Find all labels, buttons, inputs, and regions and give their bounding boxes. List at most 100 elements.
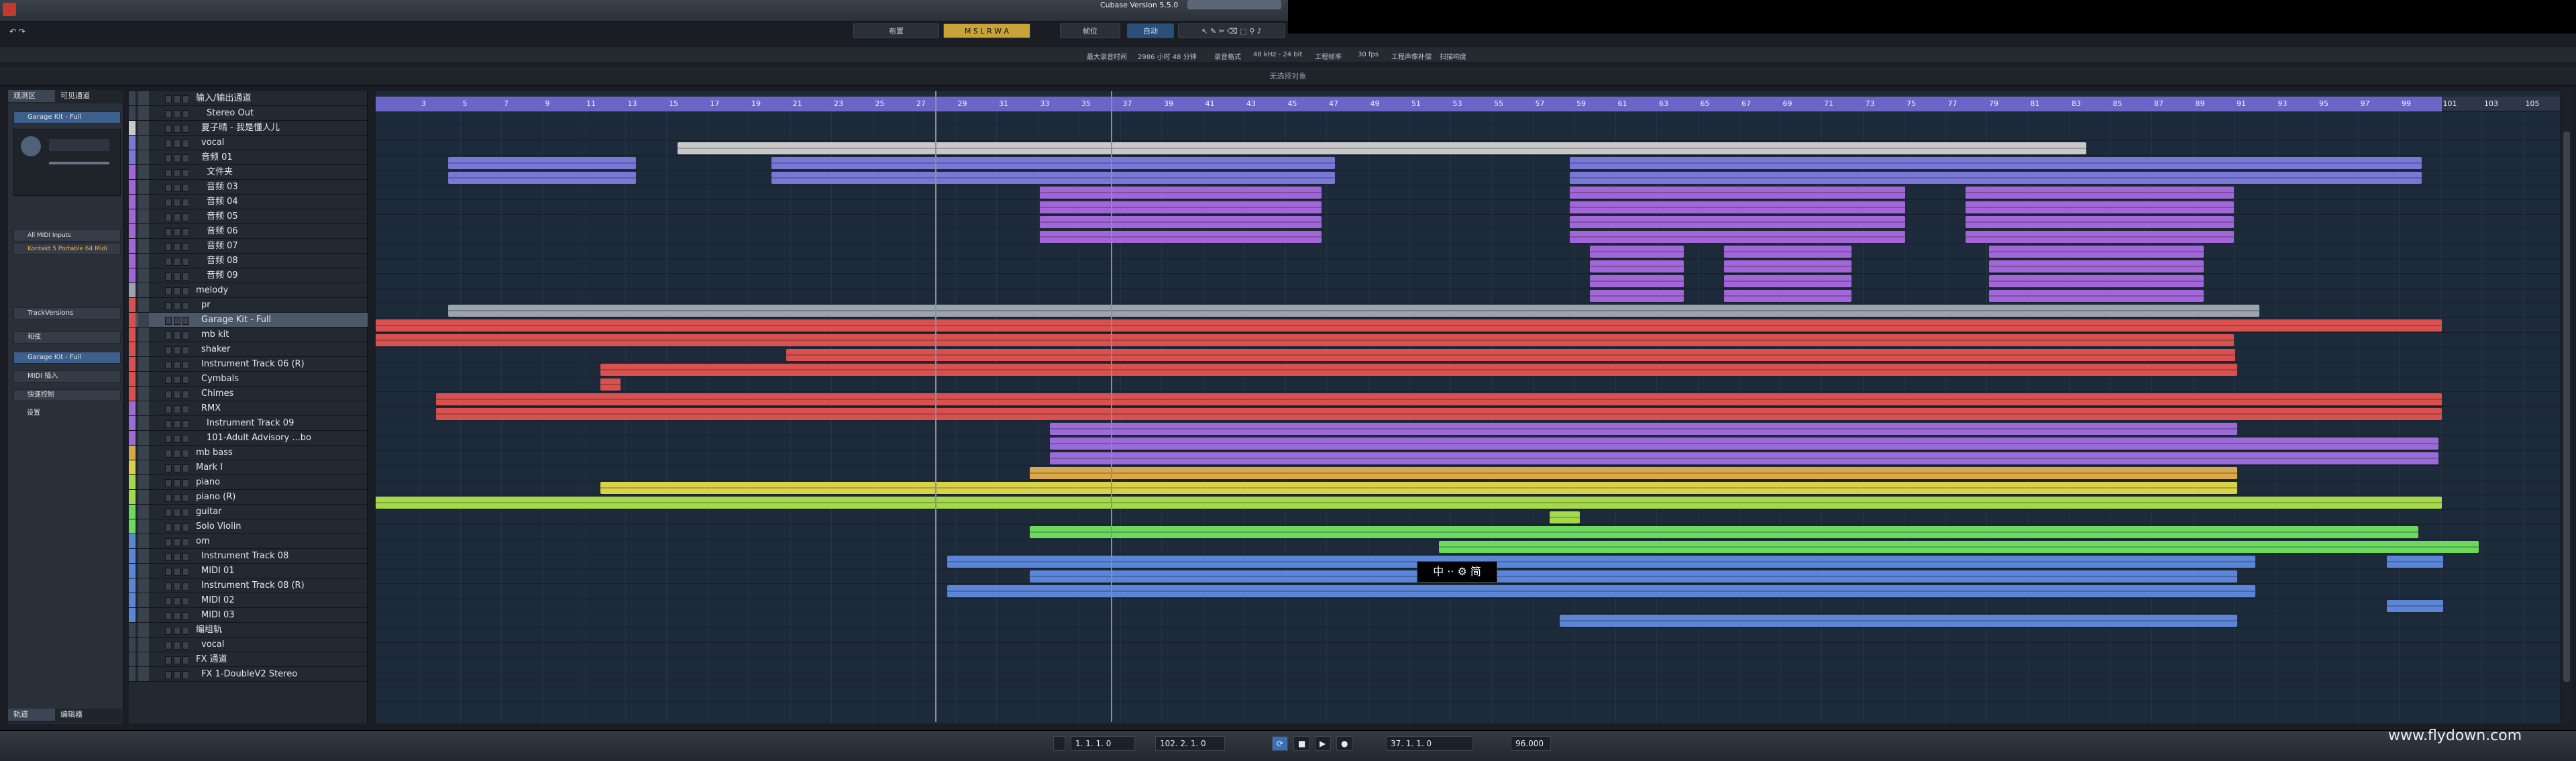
track-row[interactable]: vocal [129, 638, 368, 652]
track-mute-solo-buttons[interactable] [165, 345, 193, 354]
event-clip[interactable] [1050, 438, 2438, 450]
event-clip[interactable] [1570, 201, 1905, 213]
event-clip[interactable] [1040, 216, 1322, 228]
event-clip[interactable] [1966, 231, 2234, 243]
track-row[interactable]: shaker [129, 342, 368, 357]
track-mute-solo-buttons[interactable] [165, 552, 193, 561]
event-clip[interactable] [1560, 615, 2237, 627]
track-fold-icon[interactable] [138, 254, 149, 268]
event-clip[interactable] [600, 378, 621, 391]
track-row[interactable]: MIDI 03 [129, 608, 368, 623]
track-fold-icon[interactable] [138, 327, 149, 342]
track-fold-icon[interactable] [138, 608, 149, 622]
track-row[interactable]: 编组轨 [129, 623, 368, 638]
event-clip[interactable] [1966, 201, 2234, 213]
cycle-button[interactable]: ⟳ [1272, 736, 1288, 751]
event-clip[interactable] [1989, 275, 2204, 287]
track-row[interactable]: 音频 09 [129, 268, 368, 283]
event-clip[interactable] [1550, 511, 1580, 523]
track-mute-solo-buttons[interactable] [165, 404, 193, 413]
event-clip[interactable] [1040, 231, 1322, 243]
track-mute-solo-buttons[interactable] [165, 138, 193, 148]
track-row[interactable]: mb bass [129, 446, 368, 460]
timeline-ruler[interactable]: 3 5 7 9 11 13 15 17 19 21 23 25 27 29 31 33 35 37 39 41 43 45… [376, 97, 2560, 111]
track-fold-icon[interactable] [138, 91, 149, 105]
track-fold-icon[interactable] [138, 490, 149, 504]
arrange-lane[interactable] [376, 244, 2560, 259]
arrange-lane[interactable] [376, 672, 2560, 687]
event-clip[interactable] [1030, 570, 2237, 582]
track-fold-icon[interactable] [138, 165, 149, 179]
track-fold-icon[interactable] [138, 638, 149, 652]
play-button[interactable]: ▶ [1315, 736, 1331, 751]
trackversions-select[interactable]: TrackVersions [13, 307, 121, 319]
event-clip[interactable] [1590, 260, 1684, 272]
arrange-set-select[interactable]: 布置 [853, 23, 939, 38]
event-clip[interactable] [1570, 187, 1905, 199]
track-fold-icon[interactable] [138, 372, 149, 386]
event-clip[interactable] [1724, 275, 1851, 287]
event-clip[interactable] [1050, 423, 2237, 435]
track-mute-solo-buttons[interactable] [165, 448, 193, 458]
track-mute-solo-buttons[interactable] [165, 625, 193, 635]
track-mute-solo-buttons[interactable] [165, 478, 193, 487]
track-fold-icon[interactable] [138, 224, 149, 238]
track-row[interactable]: Chimes [129, 387, 368, 401]
track-row[interactable]: 文件夹 [129, 165, 368, 180]
track-row[interactable]: 音频 05 [129, 209, 368, 224]
event-clip[interactable] [1570, 216, 1905, 228]
event-clip[interactable] [448, 305, 2259, 317]
track-mute-solo-buttons[interactable] [165, 286, 193, 295]
event-clip[interactable] [1590, 290, 1684, 302]
arrange-lane[interactable] [376, 111, 2560, 126]
track-row[interactable]: 音频 03 [129, 180, 368, 195]
track-mute-solo-buttons[interactable] [165, 434, 193, 443]
undo-icon[interactable]: ↶ ↷ [9, 27, 25, 36]
event-clip[interactable] [448, 157, 636, 169]
track-fold-icon[interactable] [138, 416, 149, 430]
event-clip[interactable] [1724, 290, 1851, 302]
vertical-scrollbar[interactable] [2561, 91, 2572, 723]
track-mute-solo-buttons[interactable] [165, 94, 193, 103]
track-mute-solo-buttons[interactable] [165, 419, 193, 428]
track-row[interactable]: melody [129, 283, 368, 298]
ime-toolbar[interactable]: 中 ·· ⚙ 简 [1417, 561, 1497, 582]
event-clip[interactable] [1570, 157, 2422, 169]
arrange-lane[interactable] [376, 274, 2560, 289]
auto-scroll-button[interactable]: 自动 [1127, 23, 1174, 38]
track-row[interactable]: Solo Violin [129, 519, 368, 534]
track-fold-icon[interactable] [138, 578, 149, 593]
track-row[interactable]: 音频 04 [129, 195, 368, 209]
track-row[interactable]: MIDI 01 [129, 564, 368, 578]
event-clip[interactable] [947, 556, 2255, 568]
pan-slider[interactable] [49, 162, 109, 164]
arrange-lane[interactable] [376, 259, 2560, 274]
track-fold-icon[interactable] [138, 342, 149, 356]
track-fold-icon[interactable] [138, 283, 149, 297]
track-fold-icon[interactable] [138, 209, 149, 223]
track-fold-icon[interactable] [138, 180, 149, 194]
track-mute-solo-buttons[interactable] [165, 374, 193, 384]
track-fold-icon[interactable] [138, 357, 149, 371]
track-mute-solo-buttons[interactable] [165, 611, 193, 620]
volume-knob-icon[interactable] [21, 136, 41, 156]
track-row[interactable]: guitar [129, 505, 368, 519]
track-row[interactable]: Instrument Track 08 (R) [129, 578, 368, 593]
io-buttons[interactable] [49, 139, 109, 151]
track-mute-solo-buttons[interactable] [165, 566, 193, 576]
track-row[interactable]: Stereo Out [129, 106, 368, 121]
track-fold-icon[interactable] [138, 593, 149, 607]
track-fold-icon[interactable] [138, 136, 149, 150]
event-clip[interactable] [1966, 216, 2234, 228]
track-fold-icon[interactable] [138, 121, 149, 135]
track-mute-solo-buttons[interactable] [165, 109, 193, 118]
tool-palette[interactable]: ↖ ✎ ✂ ⌫ ⬚ ⚲ ♪ [1178, 23, 1285, 38]
event-clip[interactable] [600, 364, 2237, 376]
track-mute-solo-buttons[interactable] [165, 271, 193, 281]
arrange-window[interactable]: 3 5 7 9 11 13 15 17 19 21 23 25 27 29 31 33 35 37 39 41 43 45… [376, 91, 2560, 723]
track-row[interactable]: 输入/输出通道 [129, 91, 368, 106]
event-clip[interactable] [1590, 246, 1684, 258]
track-mute-solo-buttons[interactable] [165, 212, 193, 221]
chord-section[interactable]: 和弦 [13, 332, 121, 344]
tab-inspector[interactable]: 观测区 [8, 90, 55, 102]
